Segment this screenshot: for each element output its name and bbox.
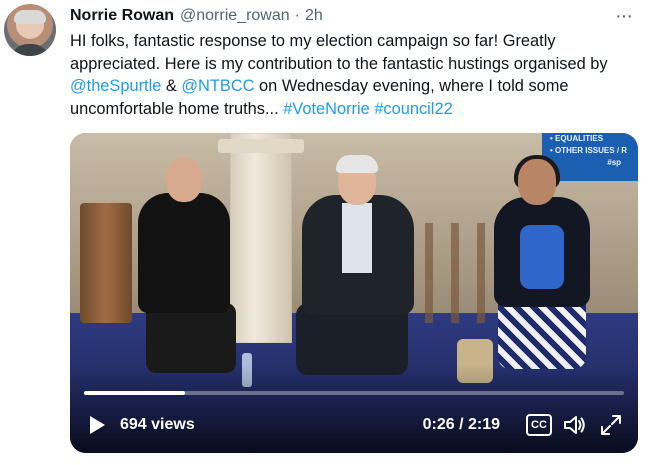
video-controls: 694 views 0:26 / 2:19 CC bbox=[84, 407, 624, 443]
video-lectern bbox=[80, 203, 132, 323]
timecode: 0:26 / 2:19 bbox=[422, 416, 500, 433]
fullscreen-button[interactable] bbox=[598, 412, 624, 438]
speaker-2-shirt bbox=[342, 203, 372, 273]
fullscreen-icon bbox=[601, 415, 621, 435]
screen-text: • EQUALITIES • OTHER ISSUES / R #sp bbox=[550, 133, 627, 169]
screen-line: #sp bbox=[607, 158, 622, 167]
captions-button[interactable]: CC bbox=[526, 412, 552, 438]
video-player[interactable]: • EQUALITIES • OTHER ISSUES / R #sp 694 … bbox=[70, 133, 638, 453]
volume-icon bbox=[564, 416, 585, 434]
speaker-3-head bbox=[518, 159, 556, 205]
video-pillar bbox=[230, 133, 292, 343]
avatar-shirt bbox=[10, 44, 50, 56]
tweet-text-part: HI folks, fantastic response to my elect… bbox=[70, 32, 608, 73]
speaker-1-body bbox=[138, 193, 230, 313]
captions-icon: CC bbox=[526, 414, 552, 436]
handle[interactable]: @norrie_rowan bbox=[180, 7, 290, 25]
play-button[interactable] bbox=[84, 412, 110, 438]
video-pillar-cap bbox=[218, 139, 304, 153]
speaker-1-head bbox=[166, 158, 202, 202]
video-progress-fill bbox=[84, 391, 185, 395]
mention-ntbcc[interactable]: @NTBCC bbox=[181, 77, 254, 95]
display-name[interactable]: Norrie Rowan bbox=[70, 7, 174, 25]
screen-line: • EQUALITIES bbox=[550, 134, 604, 143]
tweet-text-part: & bbox=[161, 77, 182, 96]
video-progress-bar[interactable] bbox=[84, 391, 624, 395]
screen-line: • OTHER ISSUES / R bbox=[550, 146, 628, 155]
avatar-hair bbox=[14, 10, 46, 24]
view-count: 694 views bbox=[120, 416, 195, 433]
volume-button[interactable] bbox=[562, 412, 588, 438]
play-icon bbox=[90, 416, 105, 434]
hashtag-votenorrie[interactable]: #VoteNorrie bbox=[283, 100, 370, 118]
speaker-2-hair bbox=[336, 155, 378, 173]
more-options-icon[interactable]: ··· bbox=[615, 5, 633, 28]
tweet-header: Norrie Rowan @norrie_rowan · 2h ··· bbox=[70, 5, 642, 27]
hashtag-council22[interactable]: #council22 bbox=[374, 100, 452, 118]
timestamp[interactable]: 2h bbox=[305, 7, 323, 25]
separator-dot: · bbox=[294, 7, 300, 24]
mention-thespurtle[interactable]: @theSpurtle bbox=[70, 77, 161, 95]
avatar[interactable] bbox=[4, 4, 56, 56]
tweet-text: HI folks, fantastic response to my elect… bbox=[70, 30, 636, 120]
speaker-3-top bbox=[520, 225, 564, 289]
